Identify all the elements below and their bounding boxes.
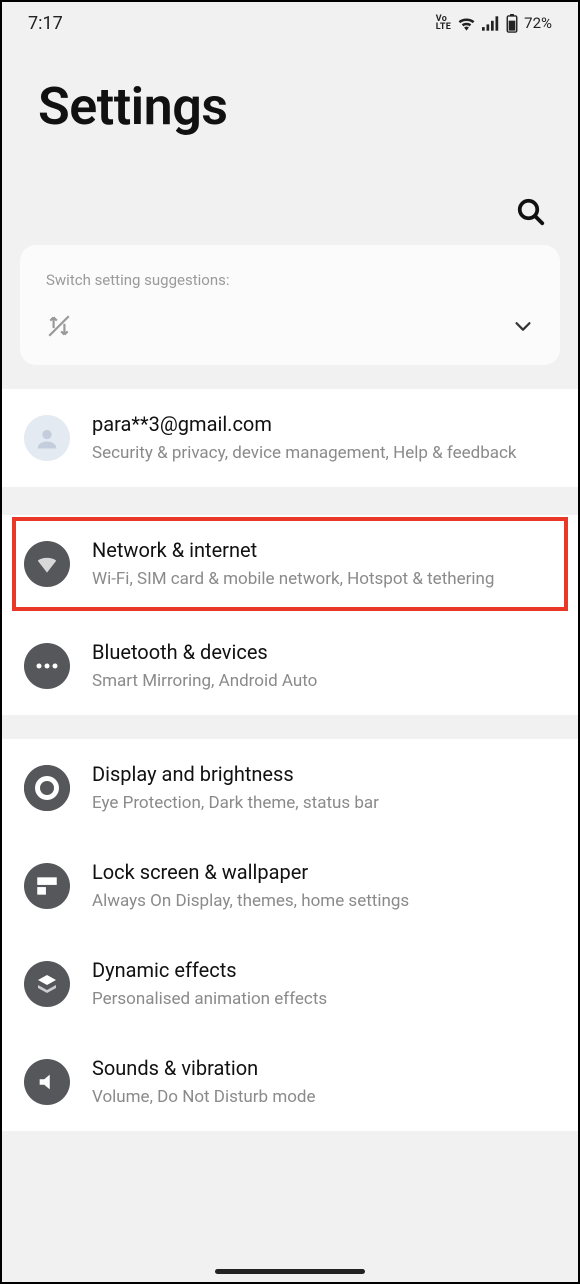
search-button[interactable] xyxy=(516,197,546,227)
item-title: Network & internet xyxy=(92,537,556,564)
nav-handle[interactable] xyxy=(215,1269,365,1274)
wifi-icon xyxy=(457,16,476,31)
search-icon xyxy=(516,197,546,227)
avatar-icon xyxy=(24,415,70,461)
status-time: 7:17 xyxy=(28,13,63,34)
chevron-down-icon[interactable] xyxy=(512,315,534,341)
item-lock-screen-wallpaper[interactable]: Lock screen & wallpaper Always On Displa… xyxy=(2,837,578,935)
item-title: Sounds & vibration xyxy=(92,1055,556,1082)
account-sub: Security & privacy, device management, H… xyxy=(92,442,556,465)
item-sub: Smart Mirroring, Android Auto xyxy=(92,670,556,693)
item-title: Dynamic effects xyxy=(92,957,556,984)
volte-icon: VoLTE xyxy=(436,15,451,31)
more-dots-icon xyxy=(24,643,70,689)
item-network-internet[interactable]: Network & internet Wi-Fi, SIM card & mob… xyxy=(10,515,570,613)
item-title: Lock screen & wallpaper xyxy=(92,859,556,886)
item-sounds-vibration[interactable]: Sounds & vibration Volume, Do Not Distur… xyxy=(2,1033,578,1131)
account-email: para**3@gmail.com xyxy=(92,411,556,438)
wifi-circle-icon xyxy=(24,541,70,587)
item-bluetooth-devices[interactable]: Bluetooth & devices Smart Mirroring, And… xyxy=(2,617,578,715)
speaker-icon xyxy=(24,1059,70,1105)
item-sub: Personalised animation effects xyxy=(92,988,556,1011)
account-item[interactable]: para**3@gmail.com Security & privacy, de… xyxy=(2,389,578,487)
header: Settings xyxy=(2,44,578,137)
suggestion-card[interactable]: Switch setting suggestions: xyxy=(20,245,560,365)
item-sub: Eye Protection, Dark theme, status bar xyxy=(92,792,556,815)
item-dynamic-effects[interactable]: Dynamic effects Personalised animation e… xyxy=(2,935,578,1033)
layers-icon xyxy=(24,961,70,1007)
item-title: Display and brightness xyxy=(92,761,556,788)
page-title: Settings xyxy=(38,76,542,137)
battery-icon xyxy=(506,14,518,33)
item-sub: Always On Display, themes, home settings xyxy=(92,890,556,913)
item-sub: Volume, Do Not Disturb mode xyxy=(92,1086,556,1109)
battery-percent: 72% xyxy=(524,14,552,32)
item-display-brightness[interactable]: Display and brightness Eye Protection, D… xyxy=(2,739,578,837)
wallpaper-icon xyxy=(24,863,70,909)
status-bar: 7:17 VoLTE 72% xyxy=(2,2,578,44)
display-ring-icon xyxy=(24,765,70,811)
signal-icon xyxy=(482,16,500,31)
data-toggle-icon xyxy=(46,313,72,343)
item-sub: Wi-Fi, SIM card & mobile network, Hotspo… xyxy=(92,568,556,591)
status-right: VoLTE 72% xyxy=(436,14,552,33)
item-title: Bluetooth & devices xyxy=(92,639,556,666)
settings-screen: 7:17 VoLTE 72% Settings Switch setting s… xyxy=(0,0,580,1284)
suggestion-label: Switch setting suggestions: xyxy=(46,271,534,289)
